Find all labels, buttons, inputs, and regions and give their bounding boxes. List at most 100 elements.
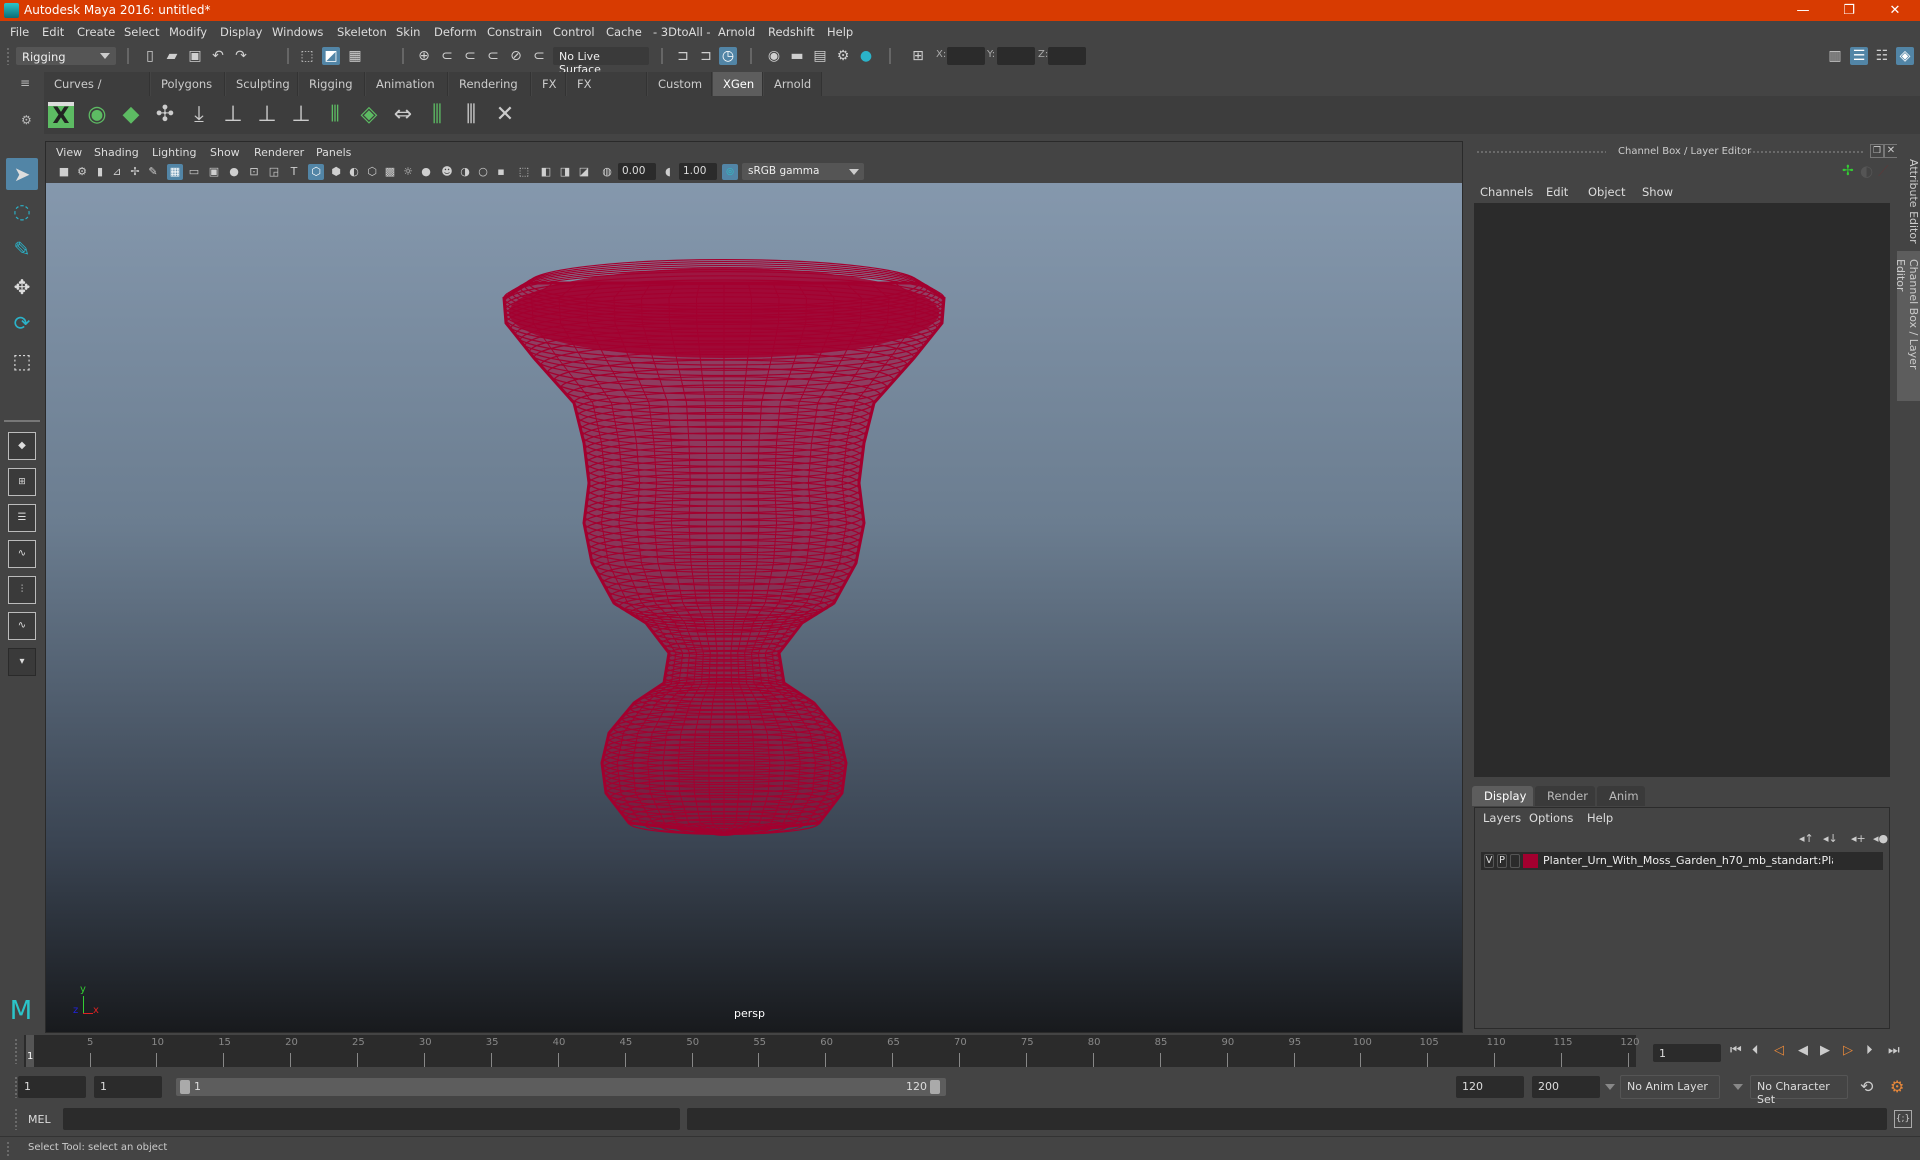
select-by-object-icon[interactable]: ◩ bbox=[322, 47, 340, 65]
3d-viewport[interactable]: y x z persp bbox=[46, 183, 1462, 1032]
toolbar-grip[interactable] bbox=[6, 47, 10, 65]
step-forward-frame-icon[interactable]: ⏵ bbox=[1866, 1043, 1873, 1058]
go-to-start-icon[interactable]: ⏮ bbox=[1730, 1043, 1742, 1058]
output-operations-icon[interactable]: ⊐ bbox=[697, 47, 715, 65]
x-field[interactable] bbox=[947, 47, 985, 65]
panel-menu-show[interactable]: Show bbox=[210, 146, 240, 159]
step-back-key-icon[interactable]: ◁ bbox=[1774, 1043, 1784, 1058]
layer-playback-toggle[interactable]: P bbox=[1497, 854, 1507, 868]
select-by-hierarchy-icon[interactable]: ⬚ bbox=[298, 47, 316, 65]
xgen-clear-preview-icon[interactable]: ◆ bbox=[116, 100, 146, 130]
construction-history-icon[interactable]: ◷ bbox=[719, 47, 737, 65]
shadows-icon[interactable]: ● bbox=[418, 164, 434, 180]
cb-menu-channels[interactable]: Channels bbox=[1480, 185, 1533, 199]
y-field[interactable] bbox=[997, 47, 1035, 65]
minimize-button[interactable]: — bbox=[1780, 0, 1826, 21]
snap-point-icon[interactable]: ⊂ bbox=[461, 47, 479, 65]
panel-menu-shading[interactable]: Shading bbox=[94, 146, 139, 159]
guides-to-curves-icon[interactable]: ⫴ bbox=[320, 100, 350, 130]
range-start-field[interactable]: 1 bbox=[18, 1076, 86, 1098]
single-perspective-layout-button[interactable]: ◆ bbox=[8, 432, 36, 460]
side-tab-channel-box[interactable]: Channel Box / Layer Editor bbox=[1894, 251, 1920, 401]
xgen-preview-icon[interactable]: ◉ bbox=[82, 100, 112, 130]
move-tool-icon[interactable]: ✥ bbox=[6, 271, 38, 303]
character-set-dropdown[interactable]: No Character Set bbox=[1750, 1075, 1848, 1106]
redo-icon[interactable]: ↷ bbox=[232, 47, 250, 65]
gamma-icon[interactable]: ◖ bbox=[660, 164, 676, 180]
playback-start-field[interactable]: 1 bbox=[94, 1076, 162, 1098]
save-scene-icon[interactable]: ▣ bbox=[186, 47, 204, 65]
menu-display[interactable]: Display bbox=[220, 25, 262, 39]
xray-icon[interactable]: ⬡ bbox=[364, 164, 380, 180]
layer-color-swatch[interactable] bbox=[1523, 854, 1538, 868]
isolate-select-icon[interactable]: ⬚ bbox=[516, 164, 532, 180]
more-layouts-button[interactable]: ▾ bbox=[8, 648, 36, 676]
bookmark-icon[interactable]: ▮ bbox=[92, 164, 108, 180]
snap-surface-icon[interactable]: ⊂ bbox=[530, 47, 548, 65]
range-end-field[interactable]: 200 bbox=[1532, 1076, 1600, 1098]
menu-help[interactable]: Help bbox=[827, 25, 853, 39]
ipr-render-icon[interactable]: ▤ bbox=[811, 47, 829, 65]
go-to-end-icon[interactable]: ⏭ bbox=[1888, 1043, 1900, 1058]
undo-icon[interactable]: ↶ bbox=[209, 47, 227, 65]
shelf-settings-icon[interactable]: ⚙ bbox=[21, 113, 32, 127]
move-layer-up-icon[interactable]: ◂↑ bbox=[1799, 832, 1814, 845]
render-view-icon[interactable]: ◉ bbox=[765, 47, 783, 65]
lasso-select-tool-icon[interactable]: ◌ bbox=[6, 195, 38, 227]
shelf-tab-polygons[interactable]: Polygons bbox=[151, 72, 225, 96]
slash-toggle-icon[interactable]: ⟋ bbox=[1878, 162, 1889, 180]
panel-menu-panels[interactable]: Panels bbox=[316, 146, 351, 159]
script-editor-icon[interactable]: {;} bbox=[1894, 1110, 1912, 1128]
persp-outliner-layout-button[interactable]: ☰ bbox=[8, 504, 36, 532]
open-scene-icon[interactable]: ▰ bbox=[163, 47, 181, 65]
layer-tab-render[interactable]: Render bbox=[1535, 786, 1595, 806]
panel-menu-view[interactable]: View bbox=[56, 146, 82, 159]
panel-menu-renderer[interactable]: Renderer bbox=[254, 146, 304, 159]
layer-display-type-toggle[interactable] bbox=[1510, 854, 1520, 868]
film-gate-icon[interactable]: ▭ bbox=[186, 164, 202, 180]
create-description-icon[interactable]: ◈ bbox=[354, 100, 384, 130]
add-guides-icon[interactable]: ✣ bbox=[150, 100, 180, 130]
backface-culling-icon[interactable]: ◪ bbox=[576, 164, 592, 180]
menu-deform[interactable]: Deform bbox=[434, 25, 477, 39]
menu-modify[interactable]: Modify bbox=[169, 25, 207, 39]
close-button[interactable]: ✕ bbox=[1872, 0, 1918, 21]
menu-arnold[interactable]: Arnold bbox=[718, 25, 755, 39]
depth-of-field-icon[interactable]: ▪ bbox=[493, 164, 509, 180]
display-toggle-icon[interactable]: ◐ bbox=[1860, 162, 1873, 180]
menu-control[interactable]: Control bbox=[553, 25, 595, 39]
render-settings-icon[interactable]: ⚙ bbox=[834, 47, 852, 65]
animation-preferences-icon[interactable]: ⚙ bbox=[1890, 1077, 1904, 1096]
menu-3dtoall[interactable]: - 3DtoAll - bbox=[653, 25, 711, 39]
range-start-handle[interactable] bbox=[180, 1080, 190, 1094]
hypershade-icon[interactable]: ● bbox=[857, 47, 875, 65]
z-field[interactable] bbox=[1048, 47, 1086, 65]
anti-aliasing-icon[interactable]: ○ bbox=[475, 164, 491, 180]
layer-name[interactable]: Planter_Urn_With_Moss_Garden_h70_mb_stan… bbox=[1543, 854, 1833, 867]
step-forward-key-icon[interactable]: ▷ bbox=[1843, 1043, 1853, 1058]
camera-attributes-icon[interactable]: ⚙ bbox=[74, 164, 90, 180]
layer-row[interactable]: V P Planter_Urn_With_Moss_Garden_h70_mb_… bbox=[1481, 852, 1883, 870]
play-forwards-icon[interactable]: ▶ bbox=[1820, 1043, 1830, 1058]
wireframe-on-shaded-icon[interactable]: ◐ bbox=[346, 164, 362, 180]
shelf-tab-fx[interactable]: FX bbox=[532, 72, 566, 96]
color-space-dropdown[interactable]: sRGB gamma bbox=[742, 163, 864, 180]
toggle-guide-icon[interactable]: ⫼ bbox=[456, 100, 486, 130]
shelf-menu-icon[interactable]: ≡ bbox=[20, 76, 30, 90]
persp-graph-layout-button[interactable]: ∿ bbox=[8, 540, 36, 568]
select-tool-icon[interactable]: ➤ bbox=[6, 158, 38, 190]
menu-constrain[interactable]: Constrain bbox=[487, 25, 542, 39]
layer-menu-layers[interactable]: Layers bbox=[1483, 811, 1521, 825]
render-current-frame-icon[interactable]: ▬ bbox=[788, 47, 806, 65]
ambient-occlusion-icon[interactable]: ☻ bbox=[439, 164, 455, 180]
add-guide-icon[interactable]: ⊥ bbox=[218, 100, 248, 130]
menuset-dropdown[interactable]: Rigging bbox=[16, 47, 116, 65]
sculpt-guide-icon[interactable]: ⊥ bbox=[252, 100, 282, 130]
modeling-toolkit-icon[interactable]: ▥ bbox=[1826, 47, 1844, 65]
xgen-editor-icon[interactable]: X bbox=[48, 102, 74, 128]
auto-key-icon[interactable]: ⟲ bbox=[1860, 1077, 1873, 1096]
four-view-layout-button[interactable]: ⊞ bbox=[8, 468, 36, 496]
layer-menu-options[interactable]: Options bbox=[1529, 811, 1573, 825]
cb-menu-object[interactable]: Object bbox=[1588, 185, 1625, 199]
select-by-component-icon[interactable]: ▦ bbox=[346, 47, 364, 65]
